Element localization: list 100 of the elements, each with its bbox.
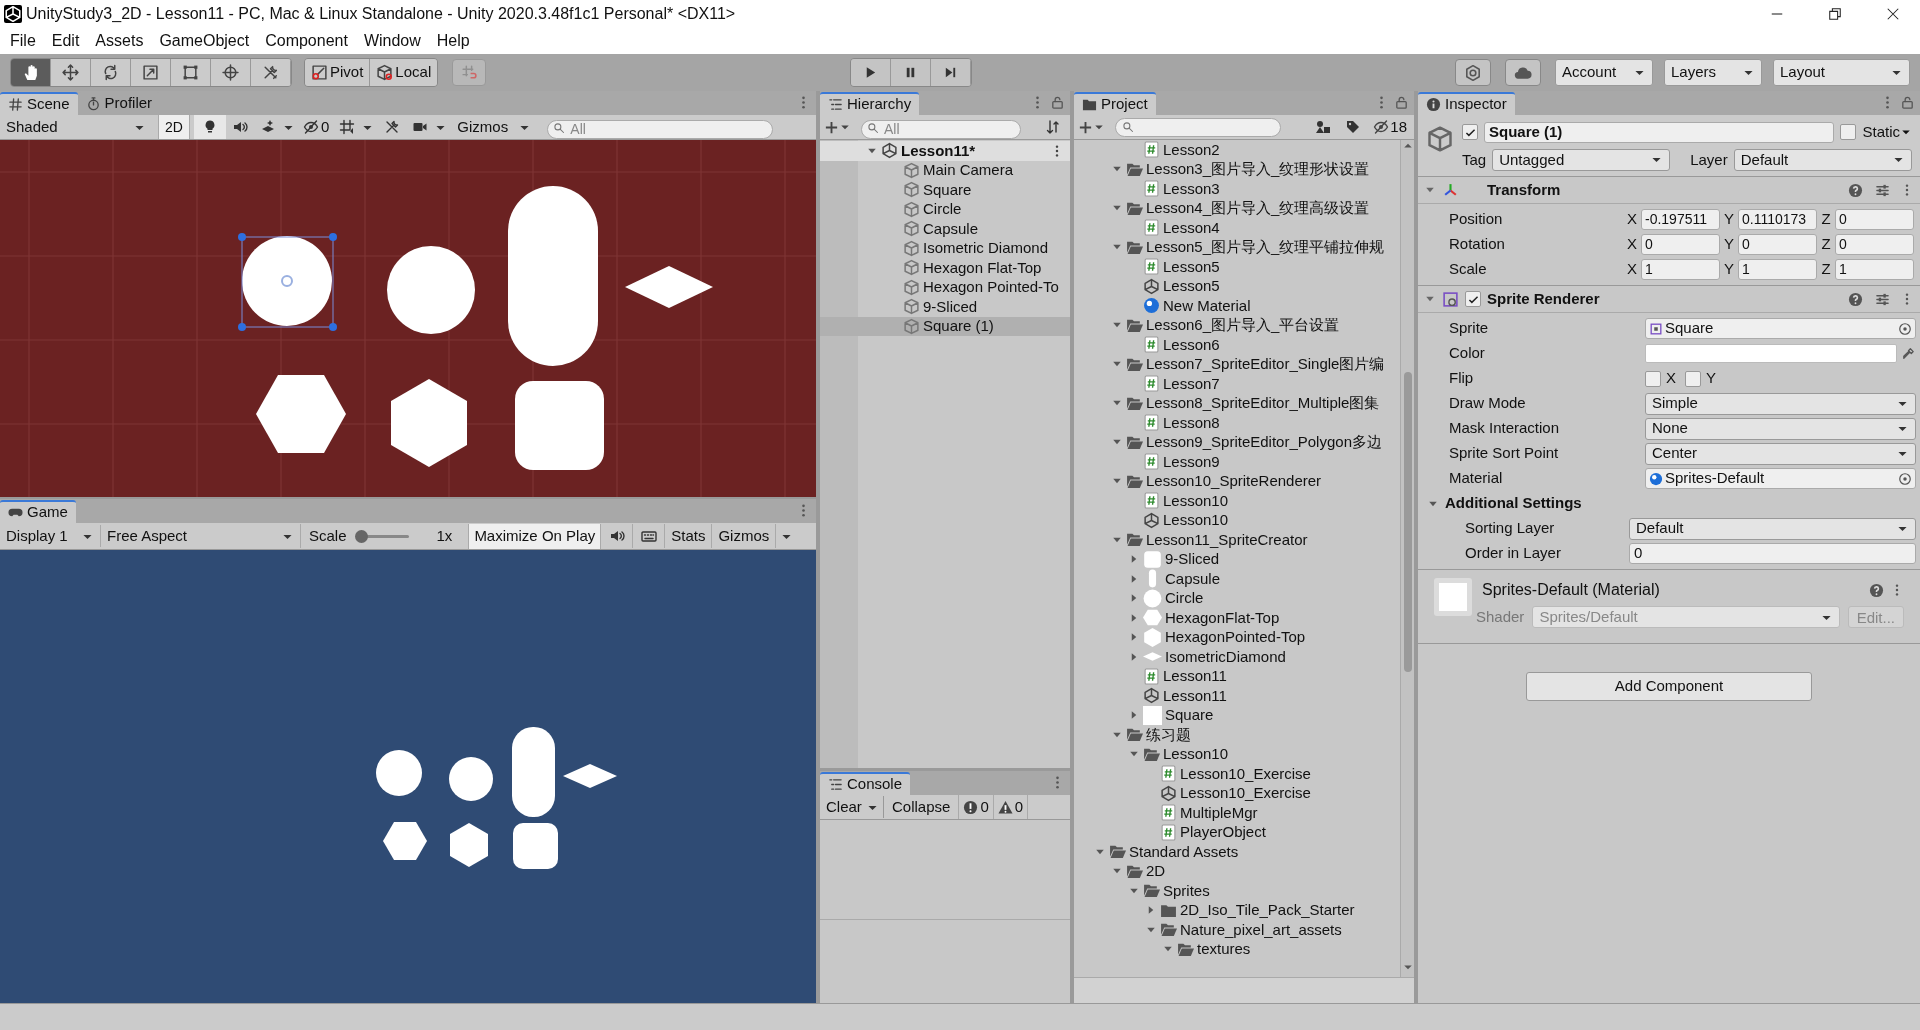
- tree-item[interactable]: Lesson5_图片导入_纹理平铺拉伸规: [1074, 237, 1400, 257]
- tree-item[interactable]: Lesson2: [1074, 140, 1400, 160]
- value-dropdown[interactable]: Default: [1629, 517, 1916, 540]
- play-button[interactable]: [851, 59, 892, 86]
- layers-dropdown[interactable]: Layers: [1664, 59, 1762, 86]
- tree-item[interactable]: Lesson10: [1074, 510, 1400, 530]
- lock-icon[interactable]: [1050, 95, 1065, 110]
- rounded-square-sprite[interactable]: [515, 381, 604, 470]
- menu-item[interactable]: Help: [428, 28, 478, 53]
- cloud-button[interactable]: [1505, 59, 1541, 86]
- tree-item[interactable]: Square (1): [820, 316, 1070, 336]
- tree-item[interactable]: Circle: [1074, 588, 1400, 608]
- collapse-toggle[interactable]: Collapse: [884, 795, 960, 819]
- tree-item[interactable]: 2D: [1074, 861, 1400, 881]
- panel-tab[interactable]: Hierarchy: [820, 92, 920, 115]
- help-icon[interactable]: [1848, 291, 1863, 307]
- tree-item[interactable]: Isometric Diamond: [820, 238, 1070, 258]
- stats-toggle[interactable]: Stats: [665, 524, 713, 548]
- layer-dropdown[interactable]: Default: [1733, 148, 1912, 171]
- mode-2d-toggle[interactable]: 2D: [158, 115, 190, 139]
- number-field[interactable]: 1: [1641, 259, 1720, 280]
- tree-item[interactable]: Lesson5: [1074, 276, 1400, 296]
- search-field[interactable]: All: [547, 119, 774, 139]
- flip-checkbox[interactable]: [1645, 370, 1661, 387]
- warnings-toggle[interactable]: 0: [993, 795, 1029, 819]
- number-field[interactable]: 0.1110173: [1738, 209, 1817, 230]
- number-field[interactable]: 0: [1835, 209, 1914, 230]
- tree-item[interactable]: Lesson7: [1074, 374, 1400, 394]
- number-field[interactable]: -0.197511: [1641, 209, 1720, 230]
- static-checkbox[interactable]: [1840, 124, 1857, 141]
- help-icon[interactable]: [1848, 182, 1863, 198]
- tree-item[interactable]: Square: [1074, 705, 1400, 725]
- tree-item[interactable]: Lesson10_Exercise: [1074, 764, 1400, 784]
- number-field[interactable]: 0: [1629, 543, 1916, 564]
- view-tab[interactable]: Scene: [0, 92, 78, 115]
- tree-item[interactable]: Square: [820, 180, 1070, 200]
- tool-button[interactable]: [11, 59, 51, 86]
- help-icon[interactable]: [1869, 582, 1884, 598]
- menu-item[interactable]: Component: [257, 28, 356, 53]
- tree-item[interactable]: Hexagon Flat-Top: [820, 258, 1070, 278]
- lighting-toggle[interactable]: [194, 115, 226, 139]
- lock-icon[interactable]: [1394, 95, 1409, 110]
- tool-button[interactable]: [51, 59, 91, 86]
- object-picker-icon[interactable]: [1898, 321, 1912, 336]
- panel-tab[interactable]: Console: [820, 772, 911, 795]
- tree-item[interactable]: textures: [1074, 939, 1400, 959]
- create-button[interactable]: [1078, 119, 1105, 135]
- tree-item[interactable]: IsometricDiamond: [1074, 647, 1400, 667]
- add-component-button[interactable]: Add Component: [1526, 672, 1812, 701]
- gizmos-toggle[interactable]: Gizmos: [712, 524, 777, 548]
- eyedropper-icon[interactable]: [1901, 346, 1916, 361]
- tool-button[interactable]: [131, 59, 171, 86]
- collab-button[interactable]: [1455, 59, 1491, 86]
- value-dropdown[interactable]: None: [1645, 417, 1916, 440]
- close-icon[interactable]: [1886, 6, 1900, 21]
- tree-item[interactable]: Lesson6_图片导入_平台设置: [1074, 315, 1400, 335]
- number-field[interactable]: 1: [1835, 259, 1914, 280]
- tree-item[interactable]: Lesson9: [1074, 452, 1400, 472]
- tool-button[interactable]: [91, 59, 131, 86]
- menu-item[interactable]: File: [2, 28, 44, 53]
- lock-icon[interactable]: [1900, 95, 1915, 110]
- tag-dropdown[interactable]: Untagged: [1492, 148, 1671, 171]
- menu-item[interactable]: Assets: [87, 28, 152, 53]
- pivot-button[interactable]: Pivot: [305, 59, 371, 86]
- tree-item[interactable]: Lesson11*: [820, 141, 1070, 161]
- hidden-objects-toggle[interactable]: 0: [299, 115, 334, 139]
- account-dropdown[interactable]: Account: [1555, 59, 1653, 86]
- tool-button[interactable]: [171, 59, 211, 86]
- hexagon-sprite[interactable]: [256, 375, 346, 453]
- name-field[interactable]: Square (1): [1484, 121, 1835, 143]
- tree-item[interactable]: Lesson11: [1074, 686, 1400, 706]
- tree-item[interactable]: Lesson10_SpriteRenderer: [1074, 471, 1400, 491]
- tree-item[interactable]: 练习题: [1074, 725, 1400, 745]
- tree-item[interactable]: Lesson8_SpriteEditor_Multiple图集: [1074, 393, 1400, 413]
- material-field[interactable]: Sprites-Default: [1645, 468, 1916, 489]
- hidden-packages-toggle[interactable]: 18: [1370, 115, 1410, 139]
- display-dropdown[interactable]: Display 1: [0, 525, 100, 547]
- tree-item[interactable]: Lesson3: [1074, 179, 1400, 199]
- restore-icon[interactable]: [1828, 6, 1842, 21]
- number-field[interactable]: 0: [1835, 234, 1914, 255]
- sprite-field[interactable]: Square: [1645, 318, 1916, 339]
- tree-item[interactable]: Lesson7_SpriteEditor_Single图片编: [1074, 354, 1400, 374]
- tree-item[interactable]: Capsule: [1074, 569, 1400, 589]
- maximize-toggle[interactable]: Maximize On Play: [468, 523, 602, 549]
- layout-dropdown[interactable]: Layout: [1773, 59, 1910, 86]
- tree-item[interactable]: Lesson5: [1074, 257, 1400, 277]
- color-swatch[interactable]: [1645, 344, 1897, 363]
- diamond-sprite[interactable]: [625, 266, 713, 308]
- view-tab[interactable]: Game: [0, 500, 76, 523]
- enabled-checkbox[interactable]: [1465, 291, 1481, 307]
- tree-item[interactable]: New Material: [1074, 296, 1400, 316]
- tree-item[interactable]: PlayerObject: [1074, 822, 1400, 842]
- tree-item[interactable]: Circle: [820, 199, 1070, 219]
- presets-icon[interactable]: [1875, 291, 1890, 307]
- pause-button[interactable]: [891, 59, 932, 86]
- static-dropdown[interactable]: Static: [1862, 121, 1912, 144]
- local-button[interactable]: Local: [370, 59, 438, 86]
- tree-item[interactable]: Lesson3_图片导入_纹理形状设置: [1074, 159, 1400, 179]
- tree-item[interactable]: 9-Sliced: [1074, 549, 1400, 569]
- circle-sprite[interactable]: [387, 246, 475, 334]
